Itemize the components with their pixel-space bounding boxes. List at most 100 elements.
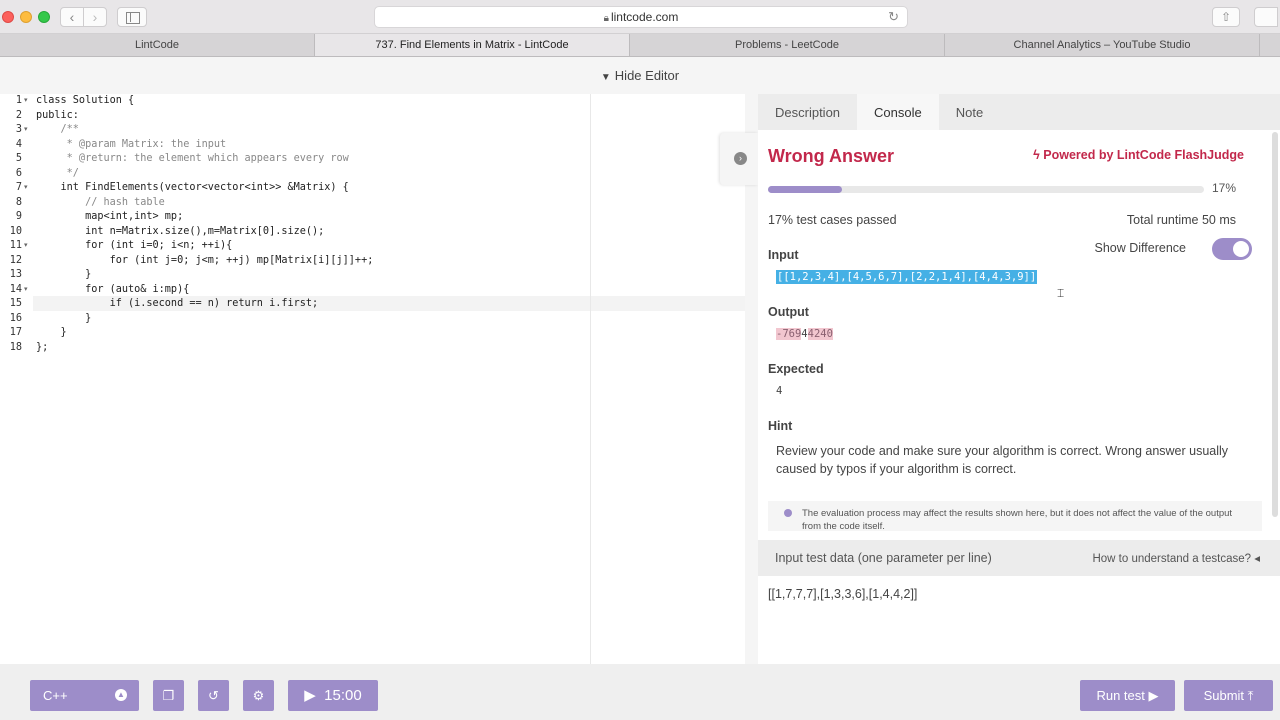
code-line[interactable]: /**	[36, 123, 79, 138]
line-number: 7	[15, 182, 22, 193]
lightning-icon: ϟ	[1033, 148, 1040, 162]
hide-editor-label: Hide Editor	[614, 68, 680, 83]
code-line[interactable]: }	[36, 312, 91, 327]
test-progress-fill	[768, 186, 843, 193]
flashjudge-label: Powered by LintCode FlashJudge	[1043, 148, 1244, 162]
bottom-toolbar: C++ ▲ ❐ ↺ ⚙ ▶ 15:00 Run test ▶ Submit ⤒	[0, 664, 1280, 720]
fold-arrow-icon[interactable]: ▾	[24, 123, 28, 138]
fold-arrow-icon[interactable]: ▾	[24, 283, 28, 298]
total-runtime: Total runtime 50 ms	[1126, 213, 1236, 227]
passed-count: 17% test cases passed	[768, 213, 897, 227]
panel-tabs: Description Console Note	[758, 94, 1280, 130]
input-value-text: [[1,2,3,4],[4,5,6,7],[2,2,1,4],[4,4,3,9]…	[776, 270, 1038, 284]
line-number: 12	[9, 254, 22, 266]
flashjudge-link[interactable]: ϟ Powered by LintCode FlashJudge	[1033, 148, 1244, 162]
code-line[interactable]: class Solution {	[36, 94, 134, 109]
progress-percent: 17%	[1212, 181, 1237, 195]
submit-label: Submit	[1203, 688, 1245, 703]
expected-label: Expected	[768, 362, 824, 376]
code-line[interactable]: for (auto& i:mp){	[36, 283, 189, 298]
info-dot-icon	[784, 509, 792, 517]
chevron-down-icon: ▼	[600, 72, 611, 83]
caret-left-icon: ◂	[1254, 553, 1260, 565]
reload-icon[interactable]: ↻	[888, 7, 899, 27]
line-number: 14	[9, 283, 22, 295]
code-line[interactable]: */	[36, 167, 79, 182]
line-number: 10	[9, 225, 22, 237]
code-line[interactable]: }	[36, 268, 91, 283]
code-editor[interactable]: 1 ▾ 2 3 ▾ 4 5 6 7 ▾ 8 9 10 11 ▾ 12 13 14 ▾ 15 16 17 18 class S…	[0, 94, 745, 664]
code-line[interactable]: int FindElements(vector<vector<int>> &Ma…	[36, 181, 349, 196]
code-line[interactable]: for (int i=0; i<n; ++i){	[36, 239, 232, 254]
code-line[interactable]: * @return: the element which appears eve…	[36, 152, 349, 167]
close-window-button[interactable]	[2, 11, 14, 23]
chevron-right-icon: ›	[734, 152, 747, 165]
test-data-input[interactable]: [[1,7,7,7],[1,3,3,6],[1,4,4,2]]	[768, 587, 917, 601]
print-margin	[590, 94, 591, 664]
tab-description[interactable]: Description	[758, 94, 857, 130]
settings-gear-icon[interactable]: ⚙	[243, 680, 274, 711]
timer-label: 15:00	[324, 687, 362, 704]
show-difference-toggle[interactable]	[1212, 238, 1252, 260]
line-number: 6	[15, 167, 22, 179]
code-line[interactable]: for (int j=0; j<m; ++j) mp[Matrix[i][j]]…	[36, 254, 374, 269]
copy-icon[interactable]: ❐	[153, 680, 184, 711]
language-select[interactable]: C++ ▲	[30, 680, 139, 711]
line-number: 9	[15, 211, 22, 222]
line-number: 15	[9, 298, 22, 309]
line-gutter: 1 ▾ 2 3 ▾ 4 5 6 7 ▾ 8 9 10 11 ▾ 12 13 14 ▾ 15 16 17 18	[0, 94, 33, 664]
fold-arrow-icon[interactable]: ▾	[24, 239, 28, 254]
code-line[interactable]: public:	[36, 109, 79, 124]
line-number: 11	[9, 240, 22, 251]
output-value: -76944240	[776, 328, 833, 340]
input-value[interactable]: [[1,2,3,4],[4,5,6,7],[2,2,1,4],[4,4,3,9]…	[776, 270, 1038, 284]
expected-value: 4	[776, 385, 783, 397]
evaluation-note-text: The evaluation process may affect the re…	[802, 508, 1233, 531]
maximize-window-button[interactable]	[38, 11, 50, 23]
back-arrow-icon[interactable]: ‹	[60, 7, 84, 27]
line-number: 13	[9, 269, 22, 280]
url-text: lintcode.com	[610, 10, 679, 24]
show-difference-label: Show Difference	[1094, 241, 1187, 255]
output-label: Output	[768, 305, 809, 319]
line-number: 3	[15, 124, 22, 135]
code-line[interactable]: // hash table	[36, 196, 165, 211]
browser-tab-overflow[interactable]	[1260, 34, 1280, 56]
code-line[interactable]: map<int,int> mp;	[36, 210, 183, 225]
submit-button[interactable]: Submit ⤒	[1184, 680, 1273, 711]
test-data-title: Input test data (one parameter per line)	[775, 551, 992, 565]
code-line[interactable]: if (i.second == n) return i.first;	[36, 297, 319, 312]
fold-arrow-icon[interactable]: ▾	[24, 94, 28, 109]
browser-tab-youtube[interactable]: Channel Analytics – YouTube Studio	[945, 34, 1260, 56]
output-diff-tail: 4240	[807, 328, 833, 340]
code-line[interactable]: };	[36, 341, 48, 356]
share-icon[interactable]: ⇧	[1212, 7, 1240, 27]
code-area[interactable]: class Solution {public: /** * @param Mat…	[33, 94, 745, 664]
browser-tab-leetcode[interactable]: Problems - LeetCode	[630, 34, 945, 56]
sidebar-toggle-icon[interactable]	[117, 7, 147, 27]
minimize-window-button[interactable]	[20, 11, 32, 23]
testcase-help-link[interactable]: How to understand a testcase? ◂	[1092, 551, 1260, 565]
tab-note[interactable]: Note	[939, 94, 1000, 130]
fold-arrow-icon[interactable]: ▾	[24, 181, 28, 196]
forward-arrow-icon[interactable]: ›	[83, 7, 107, 27]
play-icon: ▶	[1148, 688, 1159, 703]
code-line[interactable]: int n=Matrix.size(),m=Matrix[0].size();	[36, 225, 324, 240]
code-line[interactable]: }	[36, 326, 67, 341]
text-cursor-icon: ⌶	[1057, 286, 1065, 300]
collapse-panel-button[interactable]: ›	[720, 133, 758, 185]
run-test-button[interactable]: Run test ▶	[1080, 680, 1175, 711]
output-match-part: 4	[801, 328, 808, 340]
test-data-header: Input test data (one parameter per line)…	[758, 540, 1280, 576]
line-number: 2	[15, 109, 22, 121]
browser-tab-lintcode[interactable]: LintCode	[0, 34, 315, 56]
hide-editor-button[interactable]: ▼ Hide Editor	[0, 57, 1280, 94]
browser-tab-problem[interactable]: 737. Find Elements in Matrix - LintCode	[315, 34, 630, 56]
tab-overview-icon[interactable]	[1254, 7, 1278, 27]
address-bar[interactable]: 🔒︎ lintcode.com ↻	[374, 6, 908, 28]
panel-scrollbar[interactable]	[1272, 132, 1278, 517]
code-line[interactable]: * @param Matrix: the input	[36, 138, 226, 153]
timer-button[interactable]: ▶ 15:00	[288, 680, 378, 711]
reset-icon[interactable]: ↺	[198, 680, 229, 711]
tab-console[interactable]: Console	[857, 94, 939, 130]
